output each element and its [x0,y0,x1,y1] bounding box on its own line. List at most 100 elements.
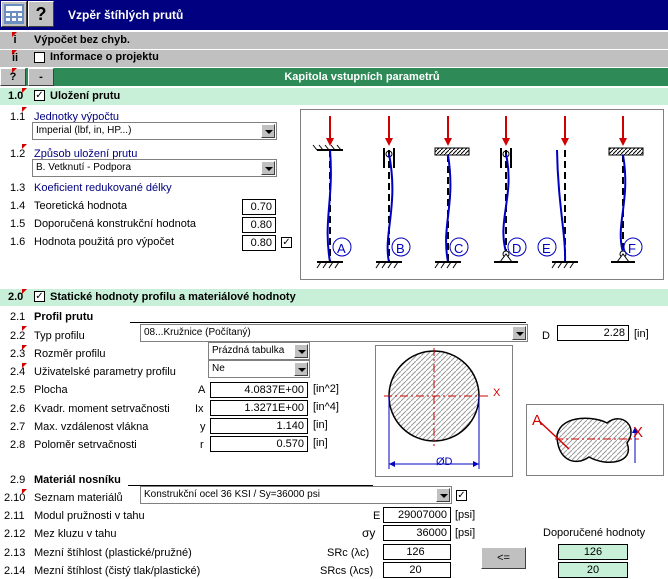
coef-label: Koeficient redukované délky [34,182,172,194]
chevron-down-icon[interactable] [436,488,450,502]
used-value-input[interactable]: 0.80 [242,235,276,251]
item-number: 2.11 [4,510,25,522]
chevron-down-icon[interactable] [261,124,275,138]
material-checkbox[interactable]: ✓ [456,490,467,501]
material-combo[interactable]: Konstrukční ocel 36 KSI / Sy=36000 psi [140,486,452,504]
section-2-checkbox[interactable]: ✓ [34,291,45,302]
units-value: Imperial (lbf, in, HP...) [36,125,132,136]
used-value-checkbox[interactable]: ✓ [281,237,292,248]
help-button[interactable]: ? [28,1,54,27]
item-number: 2.7 [10,421,26,433]
area-symbol: A [198,384,206,396]
copy-recommended-button[interactable]: <= [481,547,526,569]
user-params-combo[interactable]: Ne [208,360,310,378]
window-title: Vzpěr štíhlých prutů [68,8,184,22]
item-number: 1.2 [10,148,26,160]
fiber-distance-value: 1.140 [210,418,308,434]
inertia-unit: [in^4] [313,401,339,413]
case-b-icon [375,116,411,269]
yield-strength-value: 36000 [383,525,451,541]
item-number: 1.4 [10,200,26,212]
yield-strength-label: Mez kluzu v tahu [34,528,117,540]
profile-section-label: Profil prutu [34,311,94,323]
slenderness-limit-symbol: SRc (λc) [327,547,370,559]
item-number: 1.6 [10,236,26,248]
inertia-label: Kvadr. moment setrvačnosti [34,403,170,415]
case-f-icon [608,116,644,263]
item-number: 1.1 [10,111,26,123]
recommended-label: Doporučená konstrukční hodnota [34,218,197,230]
elastic-modulus-value: 29007000 [383,507,451,523]
profile-size-label: Rozměr profilu [34,348,106,360]
inertia-symbol: Ix [195,403,204,415]
support-value: B. Vetknutí - Podpora [36,162,132,173]
fiber-distance-label: Max. vzdálenost vlákna [34,421,149,433]
slenderness-limit-input[interactable]: 126 [383,544,451,560]
divider [130,322,526,323]
area-unit: [in^2] [313,383,339,395]
red-mark-icon [12,68,17,73]
item-number: 2.5 [10,384,26,396]
gyration-value: 0.570 [210,436,308,452]
recommended-value: 0.80 [242,217,276,233]
shape-a-label: A [532,412,543,429]
pure-compression-limit-symbol: SRcs (λcs) [320,565,374,577]
yield-strength-symbol: σy [362,526,376,540]
area-value: 4.0837E+00 [210,382,308,398]
theoretical-value: 0.70 [242,199,276,215]
case-a-label: A [337,241,346,256]
item-number: 1.5 [10,218,26,230]
item-number: 2.10 [4,492,26,504]
material-list-label: Seznam materiálů [34,492,123,504]
item-number: 1.3 [10,182,26,194]
inertia-value: 1.3271E+00 [210,400,308,416]
item-number: 2.2 [10,330,26,342]
profile-size-combo[interactable]: Prázdná tabulka [208,342,310,360]
item-number: 2.8 [10,439,26,451]
chevron-down-icon[interactable] [261,161,275,175]
chevron-down-icon[interactable] [294,362,308,376]
circle-diameter-label: ØD [436,456,453,468]
pure-compression-limit-recommended: 20 [558,562,628,578]
profile-type-combo[interactable]: 08...Kružnice (Počítaný) [140,324,528,342]
circle-x-axis-label: X [493,387,501,399]
area-label: Plocha [34,384,68,396]
units-combo[interactable]: Imperial (lbf, in, HP...) [32,122,277,140]
chapter-title: Kapitola vstupních parametrů [284,71,440,83]
case-b-label: B [396,241,405,256]
chevron-down-icon[interactable] [294,344,308,358]
item-number: 2.9 [10,474,26,486]
shape-x-label: X [633,424,644,441]
section-number: 1.0 [8,90,24,102]
generic-profile-diagram [526,404,664,476]
section-1-checkbox[interactable]: ✓ [34,90,45,101]
item-number: 2.13 [4,547,26,559]
gyration-label: Poloměr setrvačnosti [34,439,137,451]
diameter-input[interactable]: 2.28 [557,325,629,341]
section-2-title: Statické hodnoty profilu a materiálové h… [50,291,296,303]
material-value: Konstrukční ocel 36 KSI / Sy=36000 psi [144,489,320,500]
chevron-down-icon[interactable] [512,326,526,340]
row-number: ii [11,52,19,64]
pure-compression-limit-input[interactable]: 20 [383,562,451,578]
slenderness-limit-recommended: 126 [558,544,628,560]
collapse-button[interactable]: - [28,68,54,86]
case-d-label: D [512,241,522,256]
user-params-value: Ne [212,363,225,374]
profile-size-value: Prázdná tabulka [212,345,285,356]
pure-compression-limit-label: Mezní štíhlost (čistý tlak/plastické) [34,565,201,577]
gyration-symbol: r [200,439,204,451]
used-value-label: Hodnota použitá pro výpočet [34,236,175,248]
item-number: 2.12 [4,528,26,540]
slenderness-limit-label: Mezní štíhlost (plastické/pružné) [34,547,192,559]
calculator-icon[interactable] [1,1,27,27]
item-number: 2.3 [10,348,26,360]
support-combo[interactable]: B. Vetknutí - Podpora [32,159,277,177]
section-1-title: Uložení prutu [50,90,121,102]
section-number: 2.0 [8,291,24,303]
user-params-label: Uživatelské parametry profilu [34,366,176,378]
elastic-modulus-symbol: E [373,510,381,522]
profile-type-label: Typ profilu [34,330,85,342]
project-info-checkbox[interactable] [34,52,45,63]
item-number: 2.14 [4,565,26,577]
